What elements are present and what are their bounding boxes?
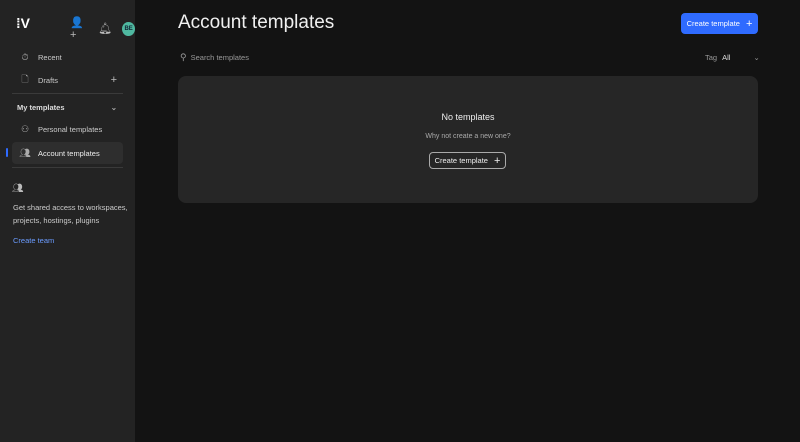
team-icon: 👥︎ [19,147,31,158]
create-team-link[interactable]: Create team [13,236,54,245]
empty-title: No templates [441,112,495,122]
logo[interactable]: ⁞V [16,15,30,31]
divider [12,93,123,94]
plus-icon: + [493,154,501,167]
team-icon: 👥︎ [12,183,24,193]
avatar[interactable]: BE [122,21,135,36]
sidebar-item-account-templates[interactable]: 👥︎ Account templates [12,142,123,164]
my-templates-toggle[interactable]: My templates ⌄ [17,103,117,112]
file-icon: 🗋 [21,74,29,84]
add-user-icon[interactable]: 👤+ [70,16,88,41]
search-icon: ⚲ [180,52,187,62]
create-template-button[interactable]: Create template + [681,13,758,34]
active-indicator [6,148,8,157]
sidebar-item-drafts[interactable]: 🗋 Drafts + [12,69,123,91]
search-input[interactable]: ⚲ Search templates [180,52,249,63]
team-description: Get shared access to workspaces, project… [13,203,128,225]
empty-create-template-button[interactable]: Create template + [429,152,506,169]
add-draft-button[interactable]: + [111,74,117,86]
empty-state-panel: No templates Why not create a new one? C… [178,76,758,203]
empty-subtitle: Why not create a new one? [425,133,511,140]
sidebar-item-recent[interactable]: ⏱ Recent [12,46,123,68]
tag-select[interactable]: Tag All ⌄ [705,53,760,62]
chevron-down-icon: ⌄ [753,53,760,62]
page-title: Account templates [178,12,335,33]
sidebar: ⁞V 👤+ 🔔︎ BE ⏱ Recent 🗋 Drafts + My template… [0,0,135,442]
timer-icon: ⏱ [21,51,29,62]
bell-icon[interactable]: 🔔︎ [98,22,112,35]
chevron-down-icon: ⌄ [110,103,117,112]
divider [12,167,123,168]
sidebar-item-personal-templates[interactable]: ⚇ Personal templates [12,118,123,140]
plus-icon: + [745,17,753,30]
user-icon: ⚇ [20,123,30,134]
